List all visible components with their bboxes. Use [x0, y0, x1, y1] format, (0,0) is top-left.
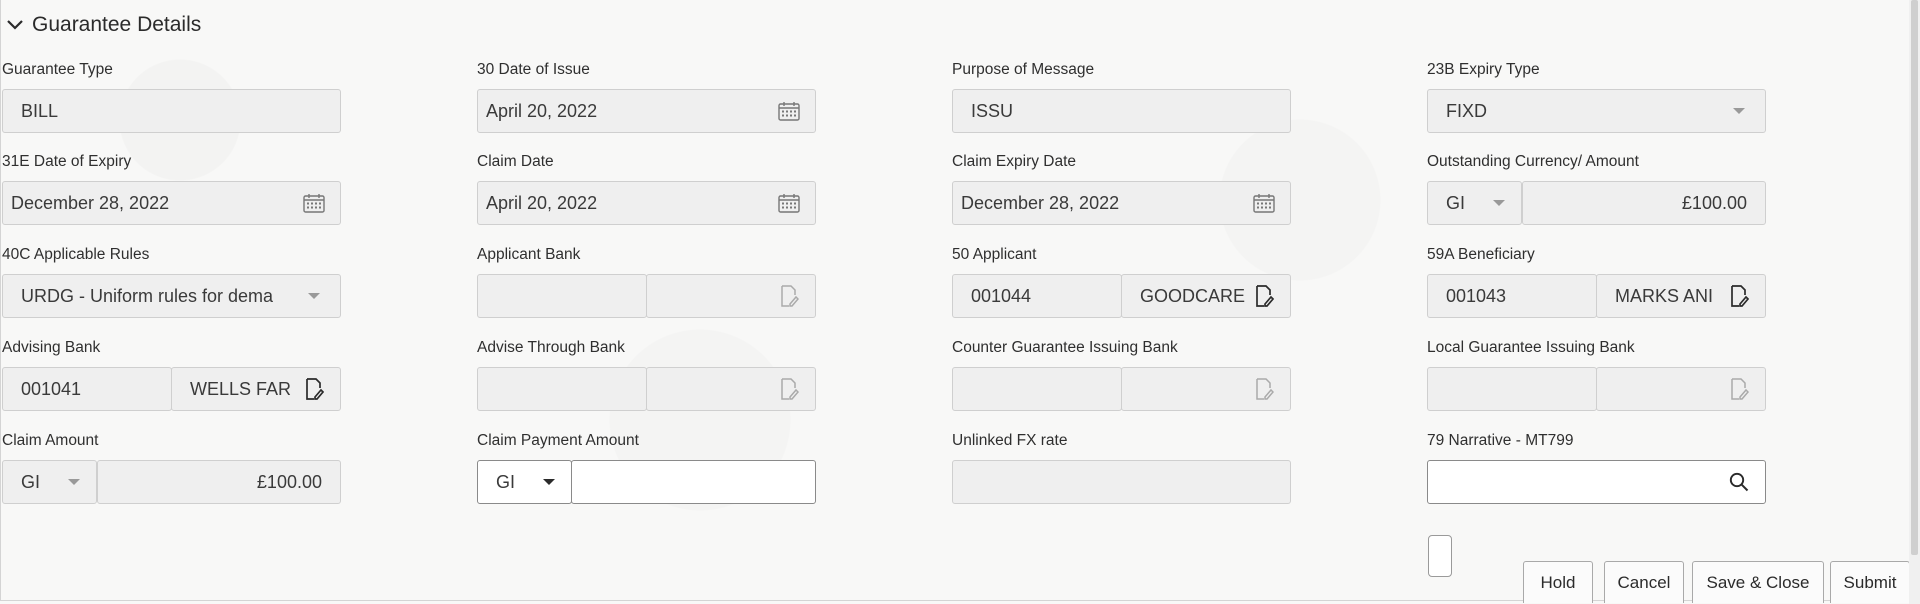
dropdown-arrow-icon[interactable] — [62, 470, 86, 494]
advise-through-bank-label: Advise Through Bank — [477, 339, 625, 356]
edit-document-icon[interactable] — [1727, 377, 1751, 401]
applicant-name-field[interactable]: GOODCARE — [1121, 274, 1291, 318]
cancel-button[interactable]: Cancel — [1604, 561, 1684, 603]
unlinked-fx-rate-label: Unlinked FX rate — [952, 432, 1068, 449]
calendar-icon[interactable] — [777, 191, 801, 215]
hold-button[interactable]: Hold — [1523, 561, 1593, 603]
counter-guarantee-bank-name-field[interactable] — [1121, 367, 1291, 411]
dropdown-arrow-icon[interactable] — [1487, 191, 1511, 215]
claim-payment-currency-select[interactable]: GI — [477, 460, 572, 504]
edit-document-icon[interactable] — [302, 377, 326, 401]
applicant-bank-name-field[interactable] — [646, 274, 816, 318]
applicant-bank-label: Applicant Bank — [477, 246, 581, 263]
counter-guarantee-bank-id-field[interactable] — [952, 367, 1122, 411]
advising-bank-id-field[interactable]: 001041 — [2, 367, 172, 411]
unlinked-fx-rate-field[interactable] — [952, 460, 1291, 504]
chevron-down-icon[interactable] — [0, 10, 30, 40]
checkbox[interactable] — [1428, 535, 1452, 577]
applicant-label: 50 Applicant — [952, 246, 1037, 263]
edit-document-icon[interactable] — [1252, 377, 1276, 401]
date-of-issue-field[interactable]: April 20, 2022 — [477, 89, 816, 133]
calendar-icon[interactable] — [777, 99, 801, 123]
save-close-button[interactable]: Save & Close — [1692, 561, 1824, 603]
date-of-expiry-field[interactable]: December 28, 2022 — [2, 181, 341, 225]
section-header[interactable]: Guarantee Details — [0, 10, 201, 40]
applicant-id-field[interactable]: 001044 — [952, 274, 1122, 318]
guarantee-type-field[interactable]: BILL — [2, 89, 341, 133]
beneficiary-name-field[interactable]: MARKS ANI — [1596, 274, 1766, 318]
beneficiary-id-field[interactable]: 001043 — [1427, 274, 1597, 318]
narrative-label: 79 Narrative - MT799 — [1427, 432, 1574, 449]
outstanding-amount-field[interactable]: £100.00 — [1522, 181, 1766, 225]
edit-document-icon[interactable] — [1252, 284, 1276, 308]
claim-date-label: Claim Date — [477, 153, 554, 170]
dropdown-arrow-icon[interactable] — [302, 284, 326, 308]
edit-document-icon[interactable] — [1727, 284, 1751, 308]
local-guarantee-bank-name-field[interactable] — [1596, 367, 1766, 411]
claim-payment-amount-input[interactable] — [571, 460, 816, 504]
purpose-of-message-field[interactable]: ISSU — [952, 89, 1291, 133]
local-guarantee-bank-label: Local Guarantee Issuing Bank — [1427, 339, 1635, 356]
beneficiary-label: 59A Beneficiary — [1427, 246, 1535, 263]
calendar-icon[interactable] — [302, 191, 326, 215]
counter-guarantee-bank-label: Counter Guarantee Issuing Bank — [952, 339, 1178, 356]
edit-document-icon[interactable] — [777, 377, 801, 401]
claim-expiry-date-field[interactable]: December 28, 2022 — [952, 181, 1291, 225]
claim-expiry-date-label: Claim Expiry Date — [952, 153, 1077, 170]
advise-through-bank-name-field[interactable] — [646, 367, 816, 411]
outstanding-label: Outstanding Currency/ Amount — [1427, 153, 1639, 170]
claim-amount-label: Claim Amount — [2, 432, 99, 449]
advise-through-bank-id-field[interactable] — [477, 367, 647, 411]
search-icon[interactable] — [1727, 470, 1751, 494]
claim-amount-field[interactable]: £100.00 — [97, 460, 341, 504]
scrollbar-thumb[interactable] — [1911, 0, 1918, 555]
date-of-expiry-label: 31E Date of Expiry — [2, 153, 132, 170]
claim-amount-currency-select[interactable]: GI — [2, 460, 97, 504]
calendar-icon[interactable] — [1252, 191, 1276, 215]
guarantee-type-label: Guarantee Type — [2, 61, 113, 78]
expiry-type-label: 23B Expiry Type — [1427, 61, 1540, 78]
outstanding-currency-select[interactable]: GI — [1427, 181, 1522, 225]
applicable-rules-label: 40C Applicable Rules — [2, 246, 150, 263]
date-of-issue-label: 30 Date of Issue — [477, 61, 590, 78]
claim-payment-amount-label: Claim Payment Amount — [477, 432, 639, 449]
section-title: Guarantee Details — [32, 13, 202, 36]
local-guarantee-bank-id-field[interactable] — [1427, 367, 1597, 411]
advising-bank-label: Advising Bank — [2, 339, 101, 356]
edit-document-icon[interactable] — [777, 284, 801, 308]
expiry-type-select[interactable]: FIXD — [1427, 89, 1766, 133]
dropdown-arrow-icon[interactable] — [537, 470, 561, 494]
applicant-bank-id-field[interactable] — [477, 274, 647, 318]
advising-bank-name-field[interactable]: WELLS FAR — [171, 367, 341, 411]
purpose-of-message-label: Purpose of Message — [952, 61, 1095, 78]
narrative-search-input[interactable] — [1427, 460, 1766, 504]
dropdown-arrow-icon[interactable] — [1727, 99, 1751, 123]
claim-date-field[interactable]: April 20, 2022 — [477, 181, 816, 225]
applicable-rules-select[interactable]: URDG - Uniform rules for dema — [2, 274, 341, 318]
submit-button[interactable]: Submit — [1830, 561, 1910, 603]
